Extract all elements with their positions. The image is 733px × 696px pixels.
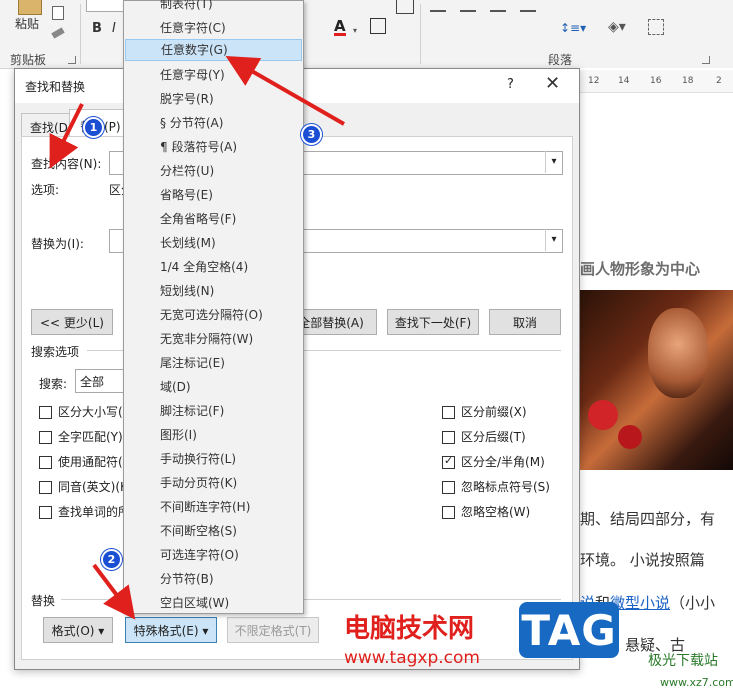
tag-logo: TAG	[519, 602, 619, 658]
watermark-site-name: 电脑技术网	[344, 614, 475, 644]
arrow-2	[92, 563, 136, 620]
annotation-arrows	[49, 56, 345, 620]
watermark-site-url: www.tagxp.com	[344, 648, 480, 668]
arrow-1	[49, 103, 84, 169]
watermark-xz-url: www.xz7.com	[660, 676, 733, 689]
step-badge-2: 2	[101, 549, 122, 570]
step-badge-3: 3	[301, 124, 322, 145]
watermark-xz-text: 极光下载站	[648, 653, 718, 669]
arrow-3	[225, 56, 345, 126]
step-badge-1: 1	[83, 117, 104, 138]
